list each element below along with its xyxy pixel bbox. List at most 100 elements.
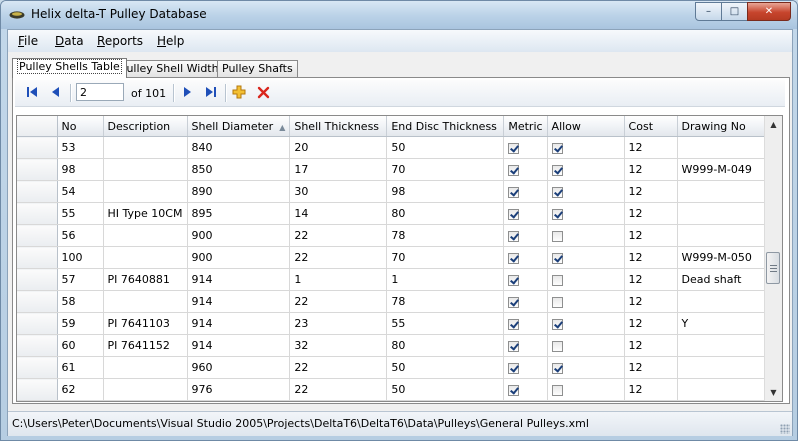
move-next-icon[interactable] — [179, 84, 195, 100]
row-header[interactable] — [17, 202, 58, 225]
cell-cost[interactable]: 12 — [624, 378, 678, 401]
move-first-icon[interactable] — [24, 84, 40, 100]
cell-description[interactable] — [103, 378, 188, 401]
cell-end-disc-thickness[interactable]: 80 — [386, 334, 505, 357]
cell-cost[interactable]: 12 — [624, 312, 678, 335]
row-header[interactable] — [17, 180, 58, 203]
cell-no[interactable]: 54 — [57, 180, 104, 203]
row-header[interactable] — [17, 312, 58, 335]
move-previous-icon[interactable] — [48, 84, 64, 100]
position-input[interactable] — [76, 83, 124, 101]
cell-cost[interactable]: 12 — [624, 356, 678, 379]
cell-cost[interactable]: 12 — [624, 224, 678, 247]
cell-shell-diameter[interactable]: 914 — [187, 268, 291, 291]
scroll-down-icon[interactable]: ▼ — [765, 384, 782, 401]
row-header-corner[interactable] — [17, 116, 58, 137]
cell-cost[interactable] — [624, 400, 678, 401]
metric-checkbox[interactable] — [508, 340, 520, 352]
table-row[interactable]: 57 PI 7640881 914 1 1 12 Dead shaft — [17, 268, 769, 291]
cell-shell-diameter[interactable]: 900 — [187, 224, 291, 247]
cell-no[interactable]: 58 — [57, 290, 104, 313]
cell-shell-diameter[interactable] — [187, 400, 291, 401]
table-row[interactable]: 63 — [17, 400, 769, 401]
cell-shell-thickness[interactable]: 22 — [289, 290, 388, 313]
cell-no[interactable]: 55 — [57, 202, 104, 225]
cell-cost[interactable]: 12 — [624, 246, 678, 269]
table-row[interactable]: 59 PI 7641103 914 23 55 12 Y — [17, 312, 769, 335]
cell-shell-thickness[interactable]: 30 — [289, 180, 388, 203]
cell-end-disc-thickness[interactable]: 50 — [386, 356, 505, 379]
metric-checkbox[interactable] — [508, 230, 520, 242]
table-row[interactable]: 54 890 30 98 12 — [17, 180, 769, 203]
cell-description[interactable] — [103, 180, 188, 203]
scroll-up-icon[interactable]: ▲ — [765, 116, 782, 133]
cell-cost[interactable]: 12 — [624, 158, 678, 181]
minimize-button[interactable]: – — [695, 2, 722, 21]
metric-checkbox[interactable] — [508, 252, 520, 264]
cell-no[interactable]: 62 — [57, 378, 104, 401]
menu-reports[interactable]: Reports — [97, 34, 143, 48]
row-header[interactable] — [17, 334, 58, 357]
cell-shell-thickness[interactable]: 20 — [289, 136, 388, 159]
cell-drawing-no[interactable] — [677, 136, 769, 159]
cell-drawing-no[interactable]: Dead shaft — [677, 268, 769, 291]
metric-checkbox[interactable] — [508, 362, 520, 374]
cell-no[interactable]: 98 — [57, 158, 104, 181]
allow-checkbox[interactable] — [551, 362, 563, 374]
table-row[interactable]: 58 914 22 78 12 — [17, 290, 769, 313]
cell-shell-thickness[interactable]: 22 — [289, 378, 388, 401]
scroll-thumb[interactable] — [766, 252, 780, 284]
cell-no[interactable]: 57 — [57, 268, 104, 291]
allow-checkbox[interactable] — [551, 384, 563, 396]
row-header[interactable] — [17, 246, 58, 269]
cell-shell-diameter[interactable]: 976 — [187, 378, 291, 401]
row-header[interactable] — [17, 224, 58, 247]
cell-end-disc-thickness[interactable]: 80 — [386, 202, 505, 225]
cell-description[interactable] — [103, 136, 188, 159]
table-row[interactable]: 56 900 22 78 12 — [17, 224, 769, 247]
row-header[interactable] — [17, 268, 58, 291]
column-header-no[interactable]: No — [57, 116, 104, 137]
vertical-scrollbar[interactable]: ▲ ▼ — [764, 116, 782, 401]
pulley-shells-grid[interactable]: No Description Shell Diameter ▲ Shell Thi… — [16, 115, 783, 402]
allow-checkbox[interactable] — [551, 296, 563, 308]
cell-shell-thickness[interactable]: 1 — [289, 268, 388, 291]
cell-shell-diameter[interactable]: 914 — [187, 334, 291, 357]
table-row[interactable]: 62 976 22 50 12 — [17, 378, 769, 401]
cell-end-disc-thickness[interactable]: 50 — [386, 378, 505, 401]
menu-file[interactable]: File — [18, 34, 38, 48]
metric-checkbox[interactable] — [508, 274, 520, 286]
cell-shell-thickness[interactable]: 22 — [289, 246, 388, 269]
cell-drawing-no[interactable]: Y — [677, 312, 769, 335]
cell-shell-thickness[interactable]: 23 — [289, 312, 388, 335]
metric-checkbox[interactable] — [508, 296, 520, 308]
cell-drawing-no[interactable] — [677, 356, 769, 379]
allow-checkbox[interactable] — [551, 230, 563, 242]
column-header-cost[interactable]: Cost — [624, 116, 678, 137]
cell-shell-thickness[interactable]: 14 — [289, 202, 388, 225]
cell-shell-thickness[interactable] — [289, 400, 388, 401]
row-header[interactable] — [17, 378, 58, 401]
cell-end-disc-thickness[interactable] — [386, 400, 505, 401]
column-header-shell-diameter[interactable]: Shell Diameter ▲ — [187, 116, 291, 137]
cell-shell-thickness[interactable]: 22 — [289, 224, 388, 247]
metric-checkbox[interactable] — [508, 318, 520, 330]
cell-shell-diameter[interactable]: 895 — [187, 202, 291, 225]
cell-end-disc-thickness[interactable]: 70 — [386, 158, 505, 181]
cell-shell-diameter[interactable]: 850 — [187, 158, 291, 181]
cell-shell-thickness[interactable]: 22 — [289, 356, 388, 379]
table-row[interactable]: 60 PI 7641152 914 32 80 12 — [17, 334, 769, 357]
table-row[interactable]: 61 960 22 50 12 — [17, 356, 769, 379]
cell-end-disc-thickness[interactable]: 78 — [386, 224, 505, 247]
cell-drawing-no[interactable] — [677, 290, 769, 313]
row-header[interactable] — [17, 290, 58, 313]
cell-cost[interactable]: 12 — [624, 202, 678, 225]
cell-description[interactable]: HI Type 10CM — [103, 202, 188, 225]
cell-description[interactable] — [103, 400, 188, 401]
cell-cost[interactable]: 12 — [624, 290, 678, 313]
menu-help[interactable]: Help — [157, 34, 184, 48]
allow-checkbox[interactable] — [551, 186, 563, 198]
cell-drawing-no[interactable]: W999-M-050 — [677, 246, 769, 269]
column-header-metric[interactable]: Metric — [503, 116, 548, 137]
cell-description[interactable] — [103, 356, 188, 379]
